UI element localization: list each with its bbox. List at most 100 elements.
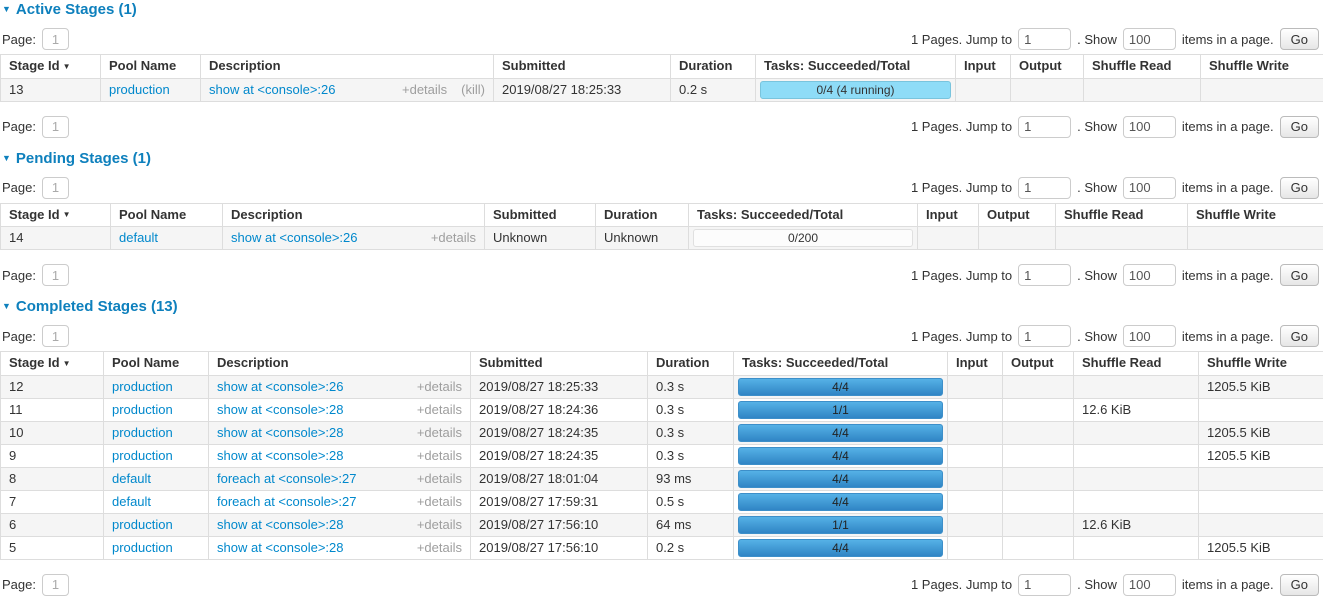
details-toggle[interactable]: +details bbox=[402, 83, 447, 97]
go-button[interactable]: Go bbox=[1280, 28, 1319, 50]
page-input[interactable] bbox=[42, 325, 69, 347]
stage-description-link[interactable]: foreach at <console>:27 bbox=[217, 472, 357, 486]
jump-to-input[interactable] bbox=[1018, 116, 1071, 138]
show-items-input[interactable] bbox=[1123, 116, 1176, 138]
pool-name-link[interactable]: default bbox=[112, 494, 151, 509]
go-button[interactable]: Go bbox=[1280, 264, 1319, 286]
jump-to-input[interactable] bbox=[1018, 325, 1071, 347]
column-header-pool-name[interactable]: Pool Name bbox=[104, 352, 209, 376]
details-toggle[interactable]: +details bbox=[417, 449, 462, 463]
page-input[interactable] bbox=[42, 264, 69, 286]
go-button[interactable]: Go bbox=[1280, 177, 1319, 199]
column-header-pool-name[interactable]: Pool Name bbox=[111, 203, 223, 227]
cell-pool-name: default bbox=[111, 227, 223, 250]
column-header-shuffle-write[interactable]: Shuffle Write bbox=[1199, 352, 1323, 376]
page-input[interactable] bbox=[42, 177, 69, 199]
jump-to-input[interactable] bbox=[1018, 28, 1071, 50]
page-input[interactable] bbox=[42, 28, 69, 50]
stage-description-link[interactable]: show at <console>:28 bbox=[217, 403, 343, 417]
column-header-submitted[interactable]: Submitted bbox=[494, 55, 671, 79]
show-items-input[interactable] bbox=[1123, 264, 1176, 286]
collapse-arrow-icon[interactable]: ▼ bbox=[2, 302, 11, 311]
go-button[interactable]: Go bbox=[1280, 325, 1319, 347]
column-header-stage-id[interactable]: Stage Id▼ bbox=[1, 352, 104, 376]
show-items-input[interactable] bbox=[1123, 28, 1176, 50]
column-header-duration[interactable]: Duration bbox=[648, 352, 734, 376]
pool-name-link[interactable]: production bbox=[112, 425, 173, 440]
section-title-completed[interactable]: ▼Completed Stages (13) bbox=[0, 299, 1323, 314]
column-header-tasks-succeeded-total[interactable]: Tasks: Succeeded/Total bbox=[756, 55, 956, 79]
pool-name-link[interactable]: production bbox=[112, 448, 173, 463]
stage-description-link[interactable]: show at <console>:28 bbox=[217, 449, 343, 463]
details-toggle[interactable]: +details bbox=[431, 231, 476, 245]
column-header-stage-id[interactable]: Stage Id▼ bbox=[1, 55, 101, 79]
column-header-description[interactable]: Description bbox=[201, 55, 494, 79]
pool-name-link[interactable]: default bbox=[112, 471, 151, 486]
column-header-shuffle-write[interactable]: Shuffle Write bbox=[1201, 55, 1323, 79]
pool-name-link[interactable]: production bbox=[109, 82, 170, 97]
column-header-duration[interactable]: Duration bbox=[671, 55, 756, 79]
pool-name-link[interactable]: production bbox=[112, 540, 173, 555]
page-input[interactable] bbox=[42, 574, 69, 596]
column-header-pool-name[interactable]: Pool Name bbox=[101, 55, 201, 79]
details-toggle[interactable]: +details bbox=[417, 380, 462, 394]
pool-name-link[interactable]: production bbox=[112, 517, 173, 532]
section-title-active[interactable]: ▼Active Stages (1) bbox=[0, 2, 1323, 17]
jump-to-input[interactable] bbox=[1018, 574, 1071, 596]
show-items-input[interactable] bbox=[1123, 574, 1176, 596]
column-header-input[interactable]: Input bbox=[948, 352, 1003, 376]
details-toggle[interactable]: +details bbox=[417, 426, 462, 440]
pool-name-link[interactable]: production bbox=[112, 402, 173, 417]
column-header-description[interactable]: Description bbox=[223, 203, 485, 227]
go-button[interactable]: Go bbox=[1280, 116, 1319, 138]
collapse-arrow-icon[interactable]: ▼ bbox=[2, 154, 11, 163]
stage-description-link[interactable]: show at <console>:28 bbox=[217, 518, 343, 532]
stage-description-link[interactable]: show at <console>:26 bbox=[217, 380, 343, 394]
pages-count-label: 1 Pages. Jump to bbox=[911, 119, 1012, 134]
column-header-input[interactable]: Input bbox=[956, 55, 1011, 79]
column-header-submitted[interactable]: Submitted bbox=[485, 203, 596, 227]
jump-to-input[interactable] bbox=[1018, 177, 1071, 199]
cell-output bbox=[1003, 490, 1074, 513]
column-header-description[interactable]: Description bbox=[209, 352, 471, 376]
details-toggle[interactable]: +details bbox=[417, 541, 462, 555]
column-header-label: Description bbox=[231, 207, 303, 222]
go-button[interactable]: Go bbox=[1280, 574, 1319, 596]
stage-description-link[interactable]: show at <console>:26 bbox=[209, 83, 335, 97]
stage-row-12: 12productionshow at <console>:26+details… bbox=[1, 375, 1323, 398]
column-header-label: Tasks: Succeeded/Total bbox=[697, 207, 843, 222]
column-header-stage-id[interactable]: Stage Id▼ bbox=[1, 203, 111, 227]
stage-description-link[interactable]: show at <console>:28 bbox=[217, 541, 343, 555]
details-toggle[interactable]: +details bbox=[417, 403, 462, 417]
column-header-duration[interactable]: Duration bbox=[596, 203, 689, 227]
column-header-tasks-succeeded-total[interactable]: Tasks: Succeeded/Total bbox=[689, 203, 918, 227]
column-header-shuffle-read[interactable]: Shuffle Read bbox=[1074, 352, 1199, 376]
details-toggle[interactable]: +details bbox=[417, 518, 462, 532]
column-header-output[interactable]: Output bbox=[1011, 55, 1084, 79]
column-header-output[interactable]: Output bbox=[1003, 352, 1074, 376]
stage-description-link[interactable]: show at <console>:28 bbox=[217, 426, 343, 440]
column-header-submitted[interactable]: Submitted bbox=[471, 352, 648, 376]
kill-link[interactable]: (kill) bbox=[461, 83, 485, 97]
details-toggle[interactable]: +details bbox=[417, 472, 462, 486]
show-items-input[interactable] bbox=[1123, 177, 1176, 199]
column-header-shuffle-write[interactable]: Shuffle Write bbox=[1188, 203, 1323, 227]
collapse-arrow-icon[interactable]: ▼ bbox=[2, 5, 11, 14]
pager-right: 1 Pages. Jump to. Showitems in a page.Go bbox=[911, 325, 1319, 347]
cell-submitted: 2019/08/27 18:24:35 bbox=[471, 444, 648, 467]
jump-to-input[interactable] bbox=[1018, 264, 1071, 286]
stage-description-link[interactable]: show at <console>:26 bbox=[231, 231, 357, 245]
pool-name-link[interactable]: default bbox=[119, 230, 158, 245]
stage-description-link[interactable]: foreach at <console>:27 bbox=[217, 495, 357, 509]
show-items-input[interactable] bbox=[1123, 325, 1176, 347]
details-toggle[interactable]: +details bbox=[417, 495, 462, 509]
column-header-input[interactable]: Input bbox=[918, 203, 979, 227]
pool-name-link[interactable]: production bbox=[112, 379, 173, 394]
column-header-tasks-succeeded-total[interactable]: Tasks: Succeeded/Total bbox=[734, 352, 948, 376]
section-title-pending[interactable]: ▼Pending Stages (1) bbox=[0, 151, 1323, 166]
column-header-output[interactable]: Output bbox=[979, 203, 1056, 227]
pages-count-label: 1 Pages. Jump to bbox=[911, 180, 1012, 195]
column-header-shuffle-read[interactable]: Shuffle Read bbox=[1056, 203, 1188, 227]
page-input[interactable] bbox=[42, 116, 69, 138]
column-header-shuffle-read[interactable]: Shuffle Read bbox=[1084, 55, 1201, 79]
